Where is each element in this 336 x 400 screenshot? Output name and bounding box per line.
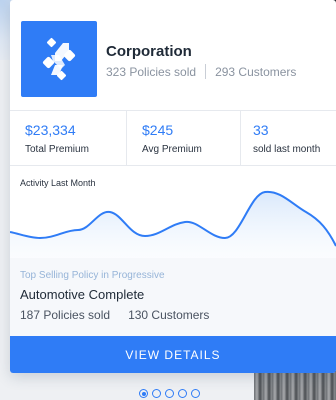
top-policy-section: Top Selling Policy in Progressive Automo… xyxy=(10,258,336,336)
molecule-logo-icon xyxy=(42,37,76,81)
company-name: Corporation xyxy=(106,43,192,60)
company-logo xyxy=(21,21,97,97)
company-policies-sold: 323 Policies sold xyxy=(106,65,197,79)
stat-avg-premium: $245 Avg Premium xyxy=(127,111,241,166)
background-photo-strip-bottom xyxy=(254,372,336,400)
stat-label: sold last month xyxy=(253,144,321,155)
pagination-dots xyxy=(139,389,204,399)
top-policy-name: Automotive Complete xyxy=(20,287,145,302)
stat-value: $23,334 xyxy=(25,122,76,138)
top-policy-customers: 130 Customers xyxy=(128,308,210,322)
pagination-dot[interactable] xyxy=(152,389,161,398)
view-details-button[interactable]: VIEW DETAILS xyxy=(10,336,336,373)
top-policy-sold: 187 Policies sold xyxy=(20,308,111,322)
activity-chart xyxy=(10,190,336,260)
pagination-dot[interactable] xyxy=(191,389,200,398)
company-customers: 293 Customers xyxy=(215,65,297,79)
stat-value: 33 xyxy=(253,122,269,138)
stat-label: Total Premium xyxy=(25,144,89,155)
stat-value: $245 xyxy=(142,122,174,138)
stat-label: Avg Premium xyxy=(142,144,202,155)
top-policy-heading: Top Selling Policy in Progressive xyxy=(20,270,165,281)
summary-divider xyxy=(205,64,207,80)
stat-sold-last-month: 33 sold last month xyxy=(241,111,336,166)
pagination-dot[interactable] xyxy=(178,389,187,398)
top-policy-stats: 187 Policies sold 130 Customers xyxy=(20,308,209,322)
company-summary: 323 Policies sold 293 Customers xyxy=(106,64,297,80)
company-card: Corporation 323 Policies sold 293 Custome… xyxy=(10,0,336,373)
card-header: Corporation 323 Policies sold 293 Custome… xyxy=(10,0,336,110)
stat-total-premium: $23,334 Total Premium xyxy=(10,111,127,166)
pagination-dot[interactable] xyxy=(165,389,174,398)
stats-row: $23,334 Total Premium $245 Avg Premium 3… xyxy=(10,110,336,166)
pagination-dot[interactable] xyxy=(139,389,148,398)
